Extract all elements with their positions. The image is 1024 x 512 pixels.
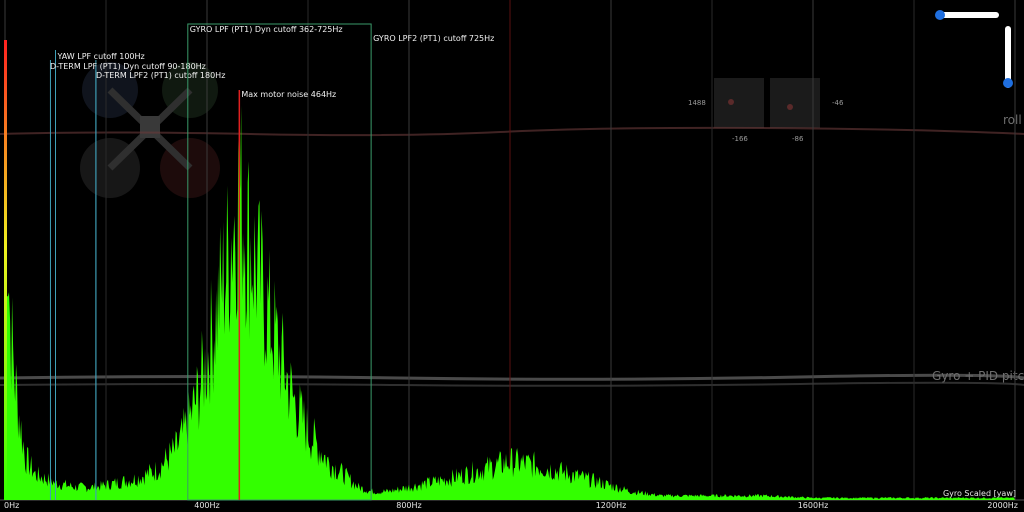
x-tick-label-0: 0Hz: [4, 501, 19, 510]
background-overlay: 1488 -46 -166 -86 roll Gyro + PID pitch: [0, 62, 1024, 387]
stick-value-pitch: -86: [792, 135, 804, 143]
zoom-slider-horizontal-knob[interactable]: [935, 10, 945, 20]
x-tick-label-1: 400Hz: [194, 501, 219, 510]
x-axis-ticks: 0Hz 400Hz 800Hz 1200Hz 1600Hz 2000Hz: [4, 501, 1018, 510]
yaw-lpf-label: YAW LPF cutoff 100Hz: [57, 52, 145, 61]
spectrum-analyser: 1488 -46 -166 -86 roll Gyro + PID pitch …: [0, 0, 1024, 512]
stick-left-dot: [728, 99, 734, 105]
trace-label-roll: roll: [1003, 113, 1022, 127]
craft-body: [140, 116, 160, 138]
gyro-lpf-label: GYRO LPF (PT1) Dyn cutoff 362-725Hz: [190, 25, 343, 34]
low-frequency-strip: [4, 40, 7, 500]
trace-label-pitch: Gyro + PID pitch: [932, 369, 1024, 383]
stick-value-roll: -166: [732, 135, 748, 143]
dterm-lpf2-label: D-TERM LPF2 (PT1) cutoff 180Hz: [96, 71, 225, 80]
spectrum-chart: 1488 -46 -166 -86 roll Gyro + PID pitch …: [0, 0, 1024, 510]
x-tick-label-4: 1600Hz: [798, 501, 829, 510]
gyro-lpf2-label: GYRO LPF2 (PT1) cutoff 725Hz: [373, 34, 494, 43]
max-motor-noise-label: Max motor noise 464Hz: [241, 90, 336, 99]
stick-value-throttle: 1488: [688, 99, 706, 107]
x-tick-label-5: 2000Hz: [987, 501, 1018, 510]
stick-right-dot: [787, 104, 793, 110]
zoom-slider-horizontal[interactable]: [935, 10, 999, 20]
x-tick-label-3: 1200Hz: [596, 501, 627, 510]
stick-box-left: [714, 78, 764, 128]
series-label: Gyro Scaled [yaw]: [943, 489, 1016, 498]
zoom-slider-vertical[interactable]: [1003, 26, 1013, 88]
craft-diagram: [80, 62, 220, 198]
zoom-slider-vertical-knob[interactable]: [1003, 78, 1013, 88]
pitch-trace-2: [0, 381, 1024, 387]
dterm-lpf-label: D-TERM LPF (PT1) Dyn cutoff 90-180Hz: [50, 62, 206, 71]
stick-value-yaw: -46: [832, 99, 844, 107]
x-tick-label-2: 800Hz: [396, 501, 421, 510]
pitch-trace: [0, 373, 1024, 381]
